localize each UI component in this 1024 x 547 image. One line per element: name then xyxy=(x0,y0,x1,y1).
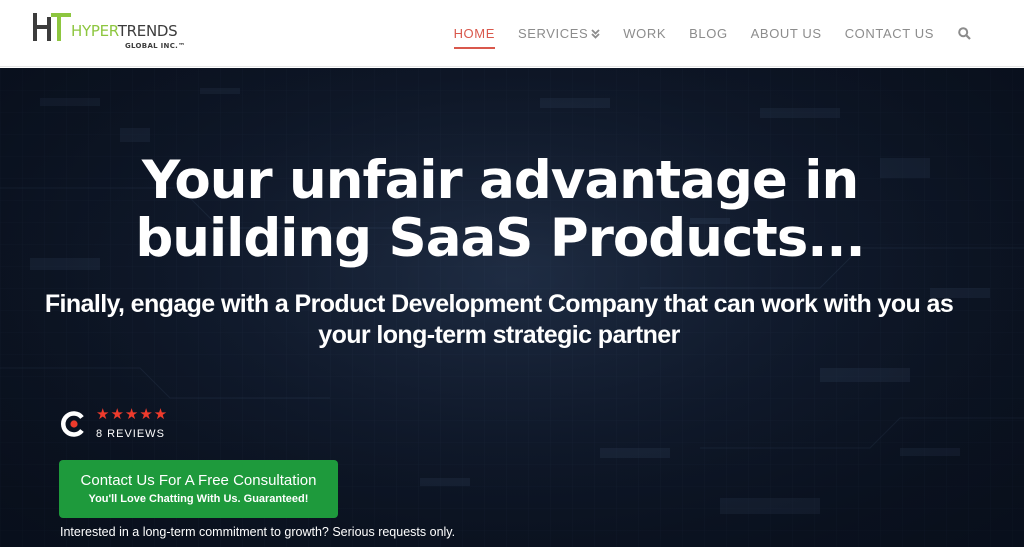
hero-subheading: Finally, engage with a Product Developme… xyxy=(40,289,958,351)
nav-item-work[interactable]: WORK xyxy=(623,24,666,44)
star-rating: ★★★★★ xyxy=(96,406,169,423)
nav-item-services[interactable]: SERVICES xyxy=(518,24,600,44)
ht-logo-mark-icon xyxy=(33,13,71,41)
nav-item-blog[interactable]: BLOG xyxy=(689,24,728,44)
hero-headline: Your unfair advantage in building SaaS P… xyxy=(0,152,1000,268)
nav-item-about-us[interactable]: ABOUT US xyxy=(751,24,822,44)
brand-logo[interactable]: HYPERTRENDS GLOBAL INC.™ xyxy=(32,11,202,55)
serious-requests-note: Interested in a long-term commitment to … xyxy=(60,525,456,539)
brand-tagline: GLOBAL INC.™ xyxy=(125,42,186,50)
nav-item-contact-us[interactable]: CONTACT US xyxy=(845,24,934,44)
nav-item-label: SERVICES xyxy=(517,25,589,41)
search-button[interactable] xyxy=(958,24,972,44)
chevron-double-down-icon xyxy=(591,29,600,39)
clutch-logo-icon xyxy=(61,411,84,437)
hero-section: Your unfair advantage in building SaaS P… xyxy=(0,68,1024,547)
review-count: 8 REVIEWS xyxy=(96,428,165,440)
cta-main-label: Contact Us For A Free Consultation xyxy=(80,472,317,489)
nav-item-home[interactable]: HOME xyxy=(453,24,496,49)
free-consultation-button[interactable]: Contact Us For A Free Consultation You'l… xyxy=(59,460,338,518)
cta-sub-label: You'll Love Chatting With Us. Guaranteed… xyxy=(88,493,309,505)
hero-subheading-line-1: Finally, engage with a Product Developme… xyxy=(44,290,954,318)
brand-name: HYPERTRENDS xyxy=(71,22,178,40)
hero-headline-line-1: Your unfair advantage in xyxy=(141,150,859,211)
main-nav: HOME SERVICES WORK BLOG ABOUT US CONTACT… xyxy=(431,0,972,67)
site-header: HYPERTRENDS GLOBAL INC.™ HOME SERVICES W… xyxy=(0,0,1024,67)
hero-headline-line-2: building SaaS Products... xyxy=(135,208,865,269)
search-icon xyxy=(958,27,971,40)
hero-subheading-line-2: your long-term strategic partner xyxy=(318,321,680,349)
clutch-reviews-widget[interactable]: ★★★★★ 8 REVIEWS xyxy=(60,407,260,447)
